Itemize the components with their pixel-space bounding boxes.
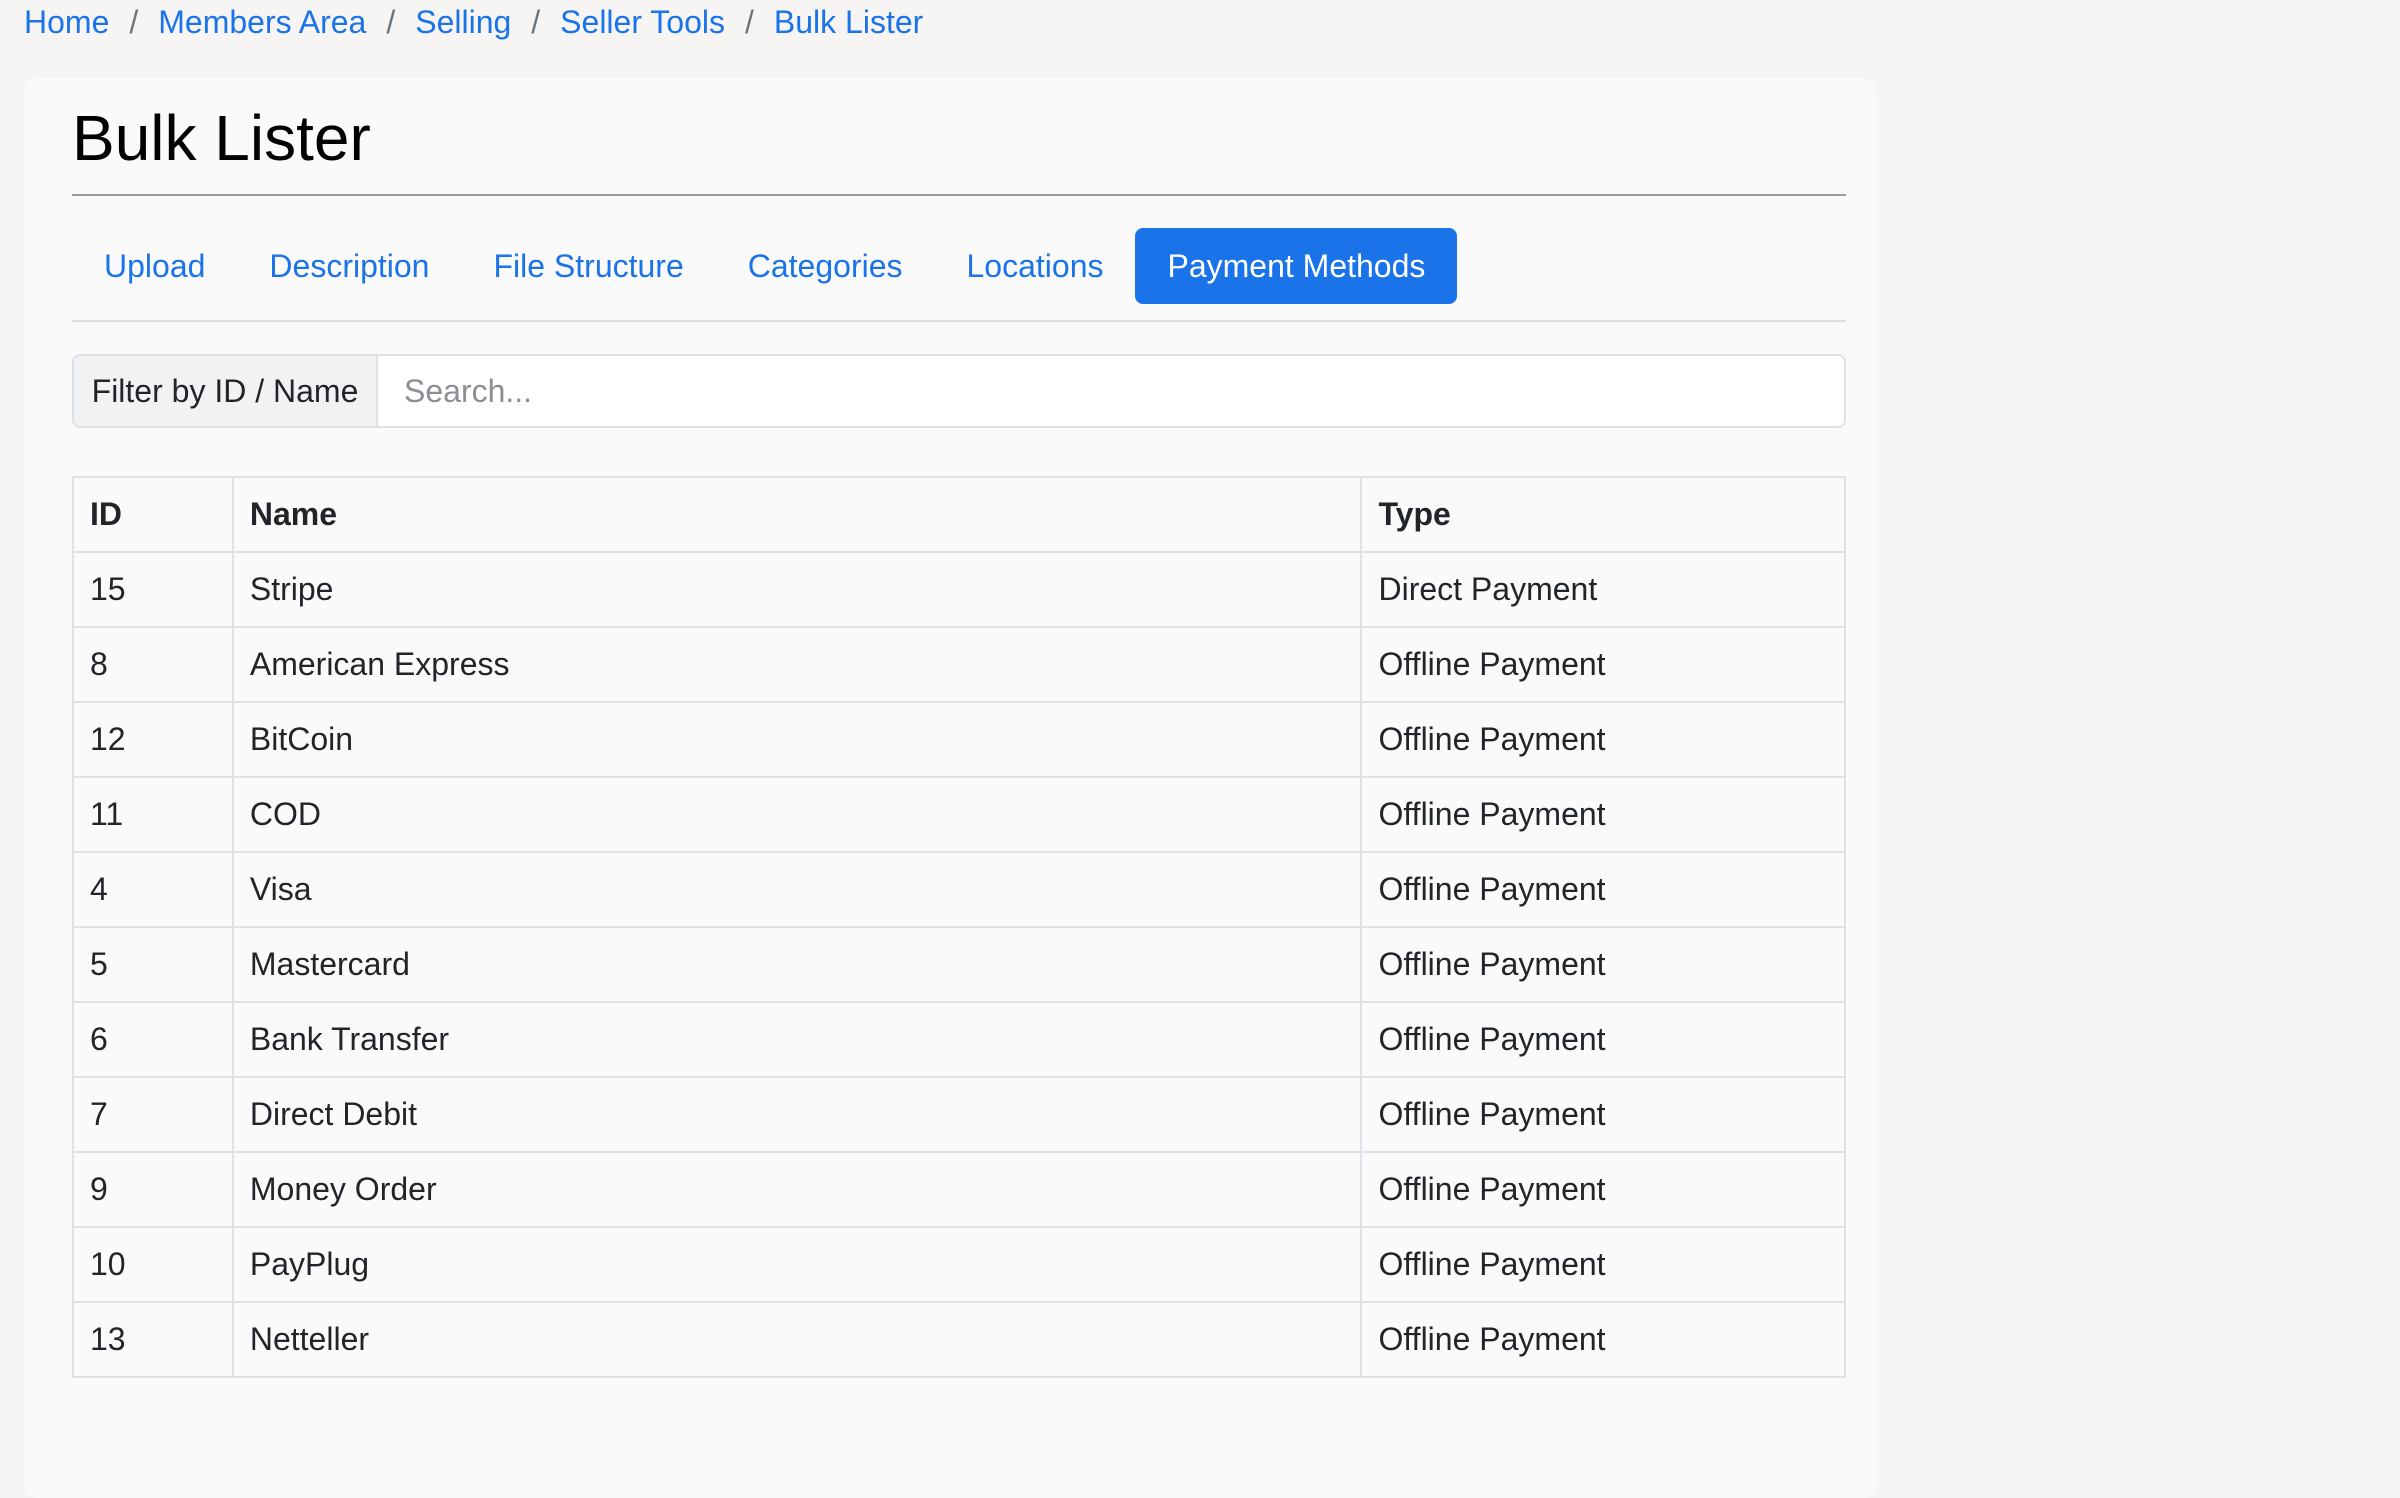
column-header-id[interactable]: ID: [72, 476, 234, 553]
table-row[interactable]: 9 Money Order Offline Payment: [72, 1151, 1846, 1228]
cell-name: Mastercard: [231, 926, 1363, 1003]
tab-categories[interactable]: Categories: [716, 228, 935, 304]
cell-id: 9: [72, 1151, 234, 1228]
cell-name: PayPlug: [231, 1226, 1363, 1303]
cell-type: Offline Payment: [1360, 1301, 1846, 1378]
title-divider: [72, 194, 1846, 196]
cell-id: 13: [72, 1301, 234, 1378]
breadcrumb-seller-tools[interactable]: Seller Tools: [560, 4, 725, 41]
cell-name: American Express: [231, 626, 1363, 703]
tab-bar: Upload Description File Structure Catego…: [72, 228, 1458, 304]
table-row[interactable]: 10 PayPlug Offline Payment: [72, 1226, 1846, 1303]
table-row[interactable]: 11 COD Offline Payment: [72, 776, 1846, 853]
cell-type: Offline Payment: [1360, 626, 1846, 703]
cell-name: Netteller: [231, 1301, 1363, 1378]
cell-type: Offline Payment: [1360, 1001, 1846, 1078]
table-row[interactable]: 15 Stripe Direct Payment: [72, 551, 1846, 628]
cell-id: 15: [72, 551, 234, 628]
breadcrumb-home[interactable]: Home: [24, 4, 109, 41]
column-header-name[interactable]: Name: [231, 476, 1363, 553]
table-row[interactable]: 7 Direct Debit Offline Payment: [72, 1076, 1846, 1153]
payment-methods-table: ID Name Type 15 Stripe Direct Payment 8 …: [72, 476, 1846, 1378]
cell-type: Offline Payment: [1360, 926, 1846, 1003]
breadcrumb-separator: /: [745, 3, 754, 40]
cell-name: Direct Debit: [231, 1076, 1363, 1153]
breadcrumb-separator: /: [129, 3, 139, 40]
tab-locations[interactable]: Locations: [935, 228, 1136, 304]
filter-label: Filter by ID / Name: [72, 354, 378, 428]
breadcrumb-separator: /: [531, 3, 541, 40]
table-row[interactable]: 5 Mastercard Offline Payment: [72, 926, 1846, 1003]
cell-id: 5: [72, 926, 234, 1003]
table-row[interactable]: 12 BitCoin Offline Payment: [72, 701, 1846, 778]
breadcrumb-members-area[interactable]: Members Area: [158, 4, 366, 41]
cell-type: Offline Payment: [1360, 1226, 1846, 1303]
table-row[interactable]: 6 Bank Transfer Offline Payment: [72, 1001, 1846, 1078]
cell-id: 7: [72, 1076, 234, 1153]
cell-id: 8: [72, 626, 234, 703]
tab-description[interactable]: Description: [237, 228, 461, 304]
cell-type: Offline Payment: [1360, 1076, 1846, 1153]
table-row[interactable]: 8 American Express Offline Payment: [72, 626, 1846, 703]
breadcrumb-separator: /: [386, 3, 396, 40]
page-title: Bulk Lister: [72, 102, 371, 174]
cell-name: Visa: [231, 851, 1363, 928]
table-header-row: ID Name Type: [72, 476, 1846, 553]
breadcrumb: Home / Members Area / Selling / Seller T…: [24, 0, 923, 44]
breadcrumb-bulk-lister[interactable]: Bulk Lister: [774, 4, 923, 41]
cell-type: Offline Payment: [1360, 1151, 1846, 1228]
cell-type: Direct Payment: [1360, 551, 1846, 628]
tabs-divider: [72, 320, 1846, 322]
cell-id: 11: [72, 776, 234, 853]
filter-group: Filter by ID / Name: [72, 354, 1846, 428]
table-row[interactable]: 4 Visa Offline Payment: [72, 851, 1846, 928]
cell-type: Offline Payment: [1360, 851, 1846, 928]
breadcrumb-selling[interactable]: Selling: [415, 4, 511, 41]
cell-id: 6: [72, 1001, 234, 1078]
cell-id: 12: [72, 701, 234, 778]
cell-name: BitCoin: [231, 701, 1363, 778]
cell-type: Offline Payment: [1360, 776, 1846, 853]
table-row[interactable]: 13 Netteller Offline Payment: [72, 1301, 1846, 1378]
main-card: Bulk Lister Upload Description File Stru…: [24, 78, 1876, 1498]
tab-upload[interactable]: Upload: [72, 228, 237, 304]
cell-name: Money Order: [231, 1151, 1363, 1228]
cell-id: 4: [72, 851, 234, 928]
tab-file-structure[interactable]: File Structure: [461, 228, 715, 304]
cell-name: Stripe: [231, 551, 1363, 628]
cell-name: COD: [231, 776, 1363, 853]
tab-payment-methods[interactable]: Payment Methods: [1135, 228, 1458, 304]
search-input[interactable]: [378, 354, 1846, 428]
column-header-type[interactable]: Type: [1360, 476, 1846, 553]
cell-name: Bank Transfer: [231, 1001, 1363, 1078]
cell-id: 10: [72, 1226, 234, 1303]
cell-type: Offline Payment: [1360, 701, 1846, 778]
